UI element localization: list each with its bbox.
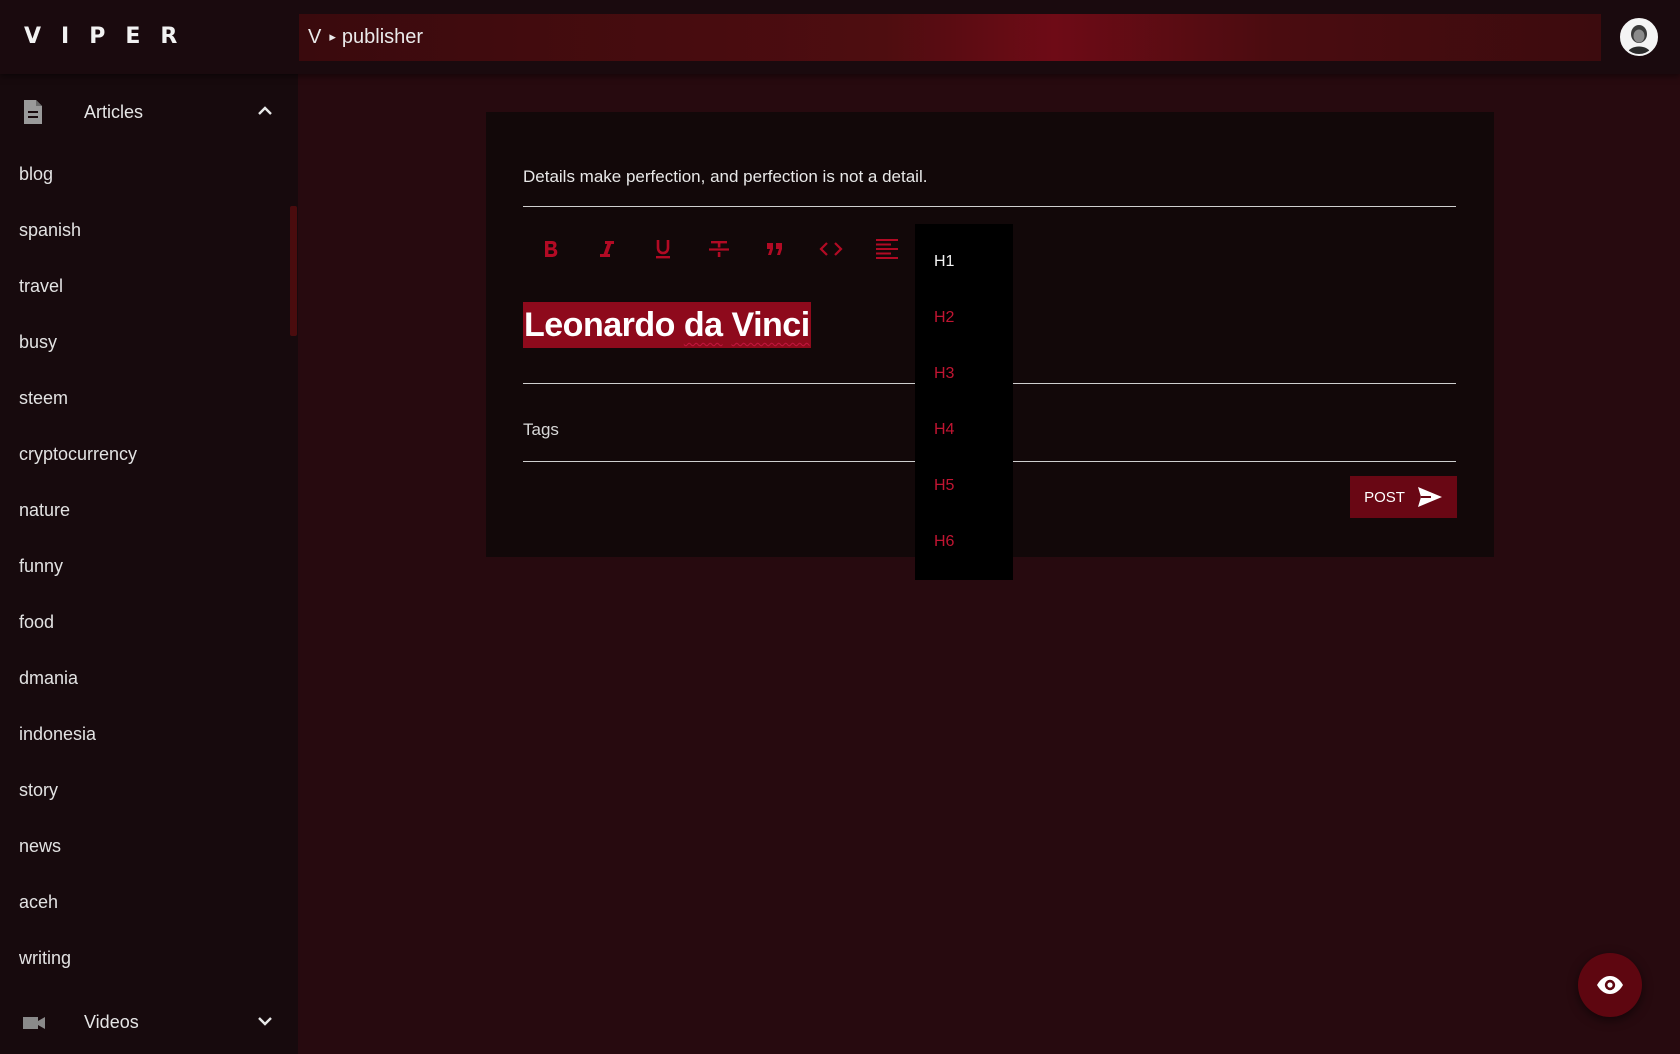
code-button[interactable] <box>803 232 859 266</box>
sidebar-item-blog[interactable]: blog <box>19 164 53 185</box>
underline-icon <box>656 240 670 259</box>
breadcrumb-separator: ▸ <box>329 28 336 44</box>
preview-button[interactable] <box>1578 953 1642 1017</box>
breadcrumb: V ▸ publisher <box>299 14 1601 61</box>
title-word-misspelled: da <box>683 306 723 344</box>
formatting-toolbar <box>523 232 915 266</box>
sidebar-item-food[interactable]: food <box>19 612 54 633</box>
avatar[interactable] <box>1620 18 1658 56</box>
sidebar-scrollbar[interactable] <box>290 206 297 336</box>
strikethrough-icon <box>709 241 729 257</box>
sidebar-item-nature[interactable]: nature <box>19 500 70 521</box>
eye-icon <box>1597 976 1623 994</box>
heading-option-h3[interactable]: H3 <box>934 365 954 383</box>
breadcrumb-current: publisher <box>341 26 424 48</box>
post-button[interactable]: POST <box>1350 476 1457 518</box>
heading-option-h1[interactable]: H1 <box>934 253 954 271</box>
sidebar-item-funny[interactable]: funny <box>19 556 63 577</box>
sidebar-item-steem[interactable]: steem <box>19 388 68 409</box>
subtitle-field[interactable]: Details make perfection, and perfection … <box>523 167 1456 207</box>
sidebar: Articles blog spanish travel busy steem … <box>0 74 298 1054</box>
title-word: Leonardo <box>524 306 675 344</box>
user-avatar-icon <box>1622 20 1656 54</box>
sidebar-section-label: Articles <box>84 101 144 122</box>
sidebar-section-videos[interactable]: Videos <box>0 992 298 1052</box>
title-word-misspelled: Vinci <box>731 306 811 344</box>
sidebar-section-articles[interactable]: Articles <box>0 82 298 142</box>
sidebar-item-writing[interactable]: writing <box>19 948 71 969</box>
sidebar-section-label: Videos <box>84 1011 139 1032</box>
heading-option-h6[interactable]: H6 <box>934 533 954 551</box>
sidebar-item-indonesia[interactable]: indonesia <box>19 724 96 745</box>
app-logo[interactable]: VIPER <box>24 24 197 49</box>
blockquote-button[interactable] <box>747 232 803 266</box>
chevron-down-icon <box>258 1017 272 1026</box>
chevron-up-icon <box>258 106 272 115</box>
heading-dropdown: H1 H2 H3 H4 H5 H6 <box>915 224 1013 580</box>
align-left-icon <box>876 239 898 259</box>
italic-button[interactable] <box>579 232 635 266</box>
quote-icon <box>767 243 782 255</box>
sidebar-item-story[interactable]: story <box>19 780 58 801</box>
underline-button[interactable] <box>635 232 691 266</box>
video-camera-icon <box>23 1017 45 1029</box>
post-button-label: POST <box>1364 488 1405 506</box>
heading-option-h2[interactable]: H2 <box>934 309 954 327</box>
sidebar-item-busy[interactable]: busy <box>19 332 57 353</box>
sidebar-item-cryptocurrency[interactable]: cryptocurrency <box>19 444 137 465</box>
sidebar-item-travel[interactable]: travel <box>19 276 63 297</box>
bold-icon <box>545 241 558 257</box>
code-icon <box>819 242 843 256</box>
breadcrumb-root[interactable]: V <box>308 26 321 49</box>
sidebar-item-aceh[interactable]: aceh <box>19 892 58 913</box>
title-text: Leonardo da Vinci <box>523 302 811 348</box>
document-icon <box>24 100 42 124</box>
sidebar-item-spanish[interactable]: spanish <box>19 220 81 241</box>
sidebar-item-dmania[interactable]: dmania <box>19 668 78 689</box>
align-button[interactable] <box>859 232 915 266</box>
sidebar-item-news[interactable]: news <box>19 836 61 857</box>
strikethrough-button[interactable] <box>691 232 747 266</box>
send-icon <box>1417 487 1442 507</box>
heading-option-h5[interactable]: H5 <box>934 477 954 495</box>
bold-button[interactable] <box>523 232 579 266</box>
italic-icon <box>600 241 614 257</box>
top-bar: VIPER V ▸ publisher <box>0 0 1680 74</box>
heading-option-h4[interactable]: H4 <box>934 421 954 439</box>
